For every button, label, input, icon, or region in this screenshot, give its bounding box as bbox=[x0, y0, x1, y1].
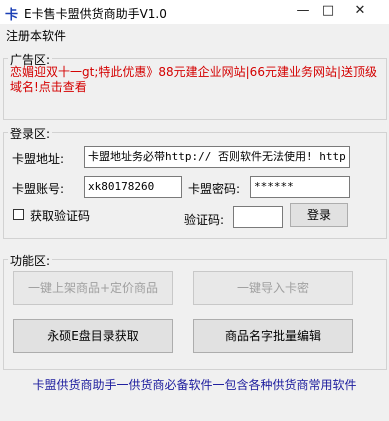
captcha-input[interactable] bbox=[233, 206, 283, 228]
account-label: 卡盟账号: bbox=[12, 182, 65, 196]
address-label: 卡盟地址: bbox=[12, 152, 65, 166]
login-button[interactable]: 登录 bbox=[290, 203, 348, 227]
import-cards-button[interactable]: 一键导入卡密 bbox=[193, 271, 353, 305]
batch-rename-button[interactable]: 商品名字批量编辑 bbox=[193, 319, 353, 353]
minimize-icon[interactable]: — bbox=[293, 2, 313, 20]
maximize-icon[interactable]: □ bbox=[318, 2, 338, 20]
window-title: E卡售卡盟供货商助手V1.0 bbox=[24, 7, 167, 21]
footer-text: 卡盟供货商助手一供货商必备软件一包含各种供货商常用软件 bbox=[32, 378, 357, 392]
password-input[interactable]: ****** bbox=[250, 176, 350, 198]
menu-register[interactable]: 注册本软件 bbox=[6, 27, 66, 44]
captcha-label: 验证码: bbox=[184, 213, 225, 227]
app-icon: 卡 bbox=[5, 8, 19, 23]
function-legend: 功能区: bbox=[8, 252, 53, 269]
login-legend: 登录区: bbox=[8, 125, 53, 142]
captcha-checkbox-label: 获取验证码 bbox=[30, 209, 91, 223]
captcha-checkbox[interactable] bbox=[13, 209, 24, 220]
address-input[interactable]: 卡盟地址务必带http:// 否则软件无法使用! http bbox=[84, 146, 350, 168]
list-and-price-button[interactable]: 一键上架商品+定价商品 bbox=[13, 271, 173, 305]
close-icon[interactable]: ✕ bbox=[350, 2, 370, 20]
yongshuo-directory-button[interactable]: 永硕E盘目录获取 bbox=[13, 319, 173, 353]
password-label: 卡盟密码: bbox=[188, 182, 241, 196]
ad-link[interactable]: 恋媚迎双十一gt;特此优惠》88元建企业网站|66元建业务网站|送顶级域名!点击… bbox=[10, 65, 380, 95]
status-bar bbox=[0, 400, 389, 421]
account-input[interactable]: xk80178260 bbox=[84, 176, 182, 198]
